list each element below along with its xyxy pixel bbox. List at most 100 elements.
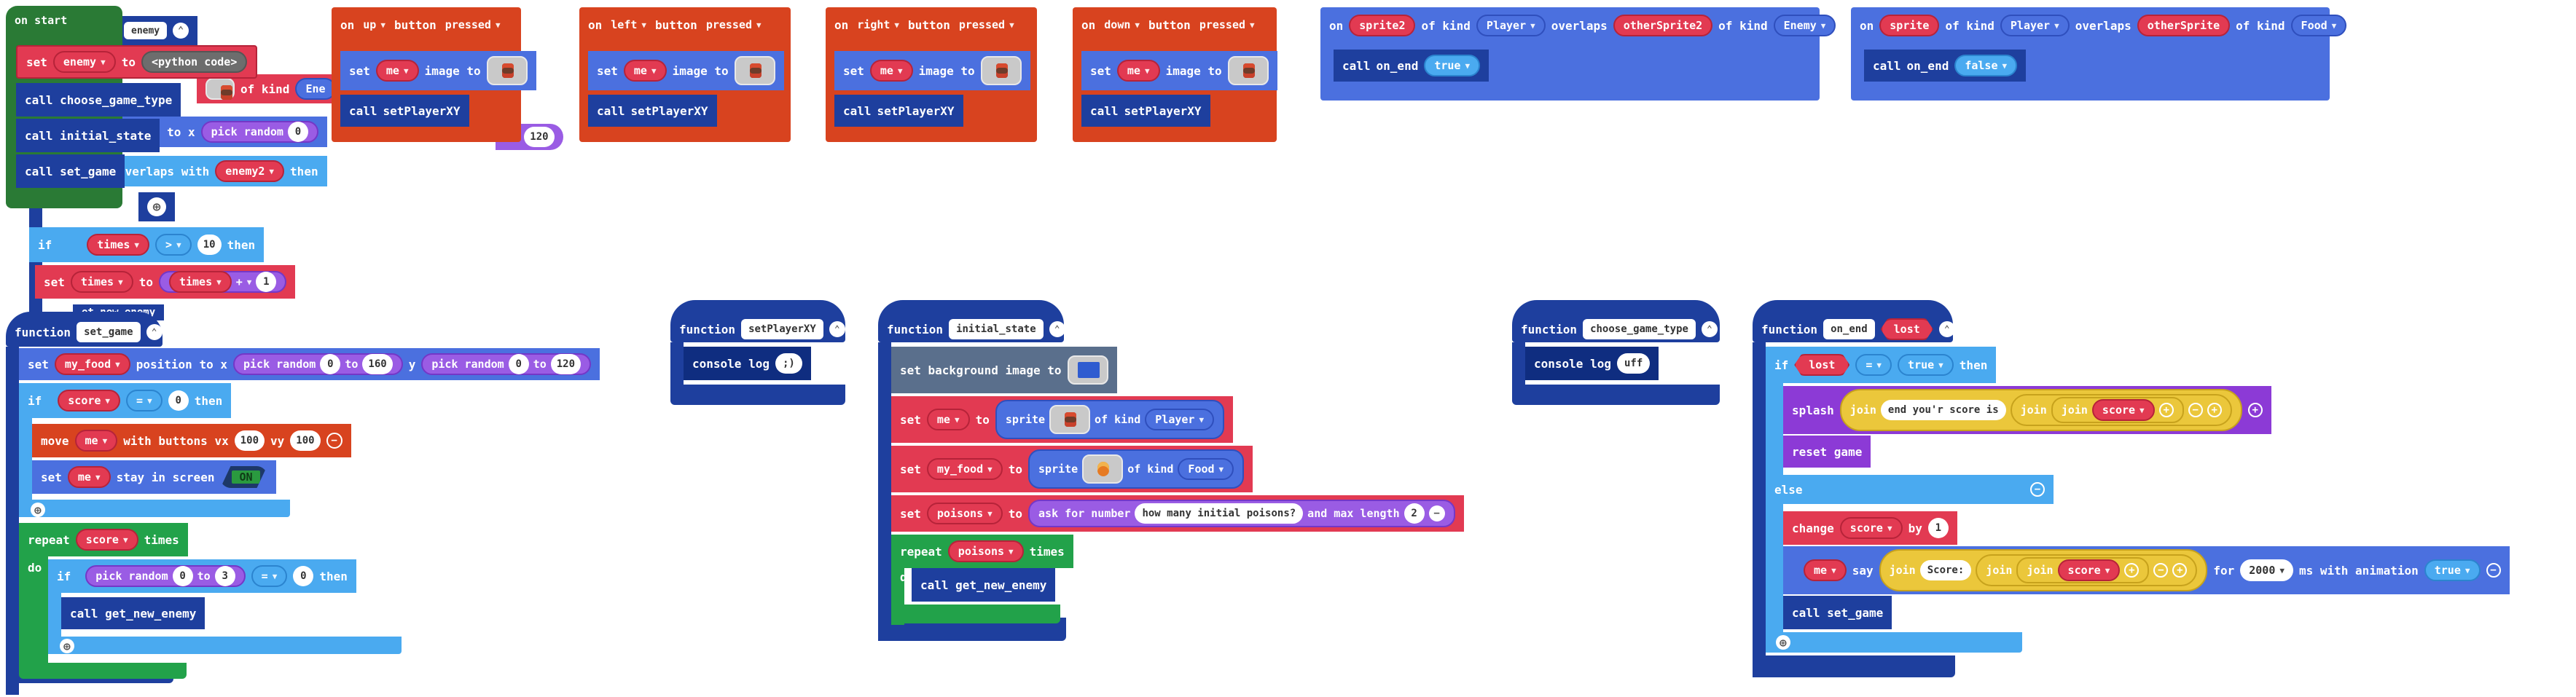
add-circle-icon[interactable]: ⊕	[31, 503, 45, 517]
collapse-icon[interactable]: ⌃	[1049, 321, 1065, 337]
function-name-field[interactable]: on_end	[1823, 319, 1875, 339]
add-circle-icon[interactable]: +	[2124, 563, 2140, 578]
say-block[interactable]: me ▼ say join Score: join join score ▼ + −…	[1783, 546, 2510, 594]
button-direction-dropdown[interactable]: right ▼	[854, 14, 902, 36]
vx-input[interactable]: 100	[234, 430, 265, 451]
false-boolean-dropdown[interactable]: false ▼	[1954, 55, 2018, 76]
function-name-field[interactable]: setPlayerXY	[741, 319, 823, 339]
kind-food-dropdown[interactable]: Food ▼	[2290, 15, 2347, 36]
ask-prompt-input[interactable]: how many initial poisons?	[1135, 503, 1304, 524]
lost-parameter[interactable]: lost	[1881, 318, 1933, 340]
add-circle-icon[interactable]: +	[2207, 403, 2222, 417]
function-on-end[interactable]: function on_end lost ⌃ if lost = ▼ true ▼ …	[1753, 300, 2572, 679]
kind-player-dropdown[interactable]: Player ▼	[1476, 15, 1546, 36]
times-variable-dropdown[interactable]: times ▼	[70, 271, 133, 293]
pick-random-x[interactable]: pick random 0 to 160	[232, 353, 403, 375]
button-direction-dropdown[interactable]: down ▼	[1101, 14, 1143, 36]
repeat-score-times-block[interactable]: repeat score ▼ times	[19, 523, 188, 556]
function-name-field[interactable]: enemy	[124, 22, 168, 39]
inner-join-block[interactable]: join score ▼ +	[2051, 397, 2184, 423]
change-score-block[interactable]: change score ▼ by 1	[1783, 511, 1957, 545]
y-min-input[interactable]: 0	[508, 354, 529, 374]
splash-block[interactable]: splash join end you'r score is join join…	[1783, 386, 2271, 434]
call-get-new-enemy[interactable]: call get_new_enemy	[912, 568, 1056, 602]
player-image-thumb[interactable]	[486, 56, 528, 85]
function-name-field[interactable]: choose_game_type	[1583, 319, 1696, 339]
move-with-buttons-block[interactable]: move me ▼ with buttons vx 100 vy 100 −	[32, 424, 351, 457]
splash-text-input[interactable]: end you'r score is	[1880, 400, 2006, 420]
player-image-thumb[interactable]	[734, 56, 775, 85]
set-background-image-block[interactable]: set background image to	[891, 347, 1117, 393]
score-variable-dropdown[interactable]: score ▼	[2057, 559, 2121, 581]
remove-circle-icon[interactable]: −	[326, 433, 342, 449]
inner-if-add[interactable]: ⊕	[51, 638, 83, 654]
true-boolean-dropdown[interactable]: true ▼	[1424, 55, 1481, 76]
on-sprite2-overlaps-enemy[interactable]: on sprite2 of kind Player ▼ overlaps othe…	[1320, 7, 1836, 101]
random-max-input[interactable]: 3	[214, 566, 235, 586]
times-variable-dropdown[interactable]: times ▼	[87, 234, 150, 256]
score-variable-dropdown[interactable]: score ▼	[1839, 517, 1903, 539]
reset-game-block[interactable]: reset game	[1783, 436, 1871, 468]
button-state-dropdown[interactable]: pressed ▼	[1197, 14, 1258, 36]
set-enemy-python-block[interactable]: set enemy ▼ to <python code>	[16, 45, 258, 79]
collapse-icon[interactable]: ⌃	[1701, 321, 1718, 337]
set-image-block[interactable]: set me ▼ image to	[340, 51, 536, 90]
compare-value-input[interactable]: 0	[293, 566, 314, 586]
y-max-input[interactable]: 120	[550, 354, 582, 374]
if-random-equals-block[interactable]: if pick random 0 to 3 = ▼ 0 then	[48, 559, 356, 593]
my-food-variable-dropdown[interactable]: my_food ▼	[926, 458, 1003, 480]
button-direction-dropdown[interactable]: up ▼	[360, 14, 388, 36]
function-name-field[interactable]: set_game	[77, 322, 141, 342]
python-code-block[interactable]: <python code>	[141, 51, 248, 73]
add-param-partial[interactable]: ⊕	[138, 192, 175, 221]
me-variable-dropdown[interactable]: me ▼	[926, 409, 970, 430]
pick-random-block[interactable]: pick random 0	[200, 121, 318, 143]
sprite-variable-dropdown[interactable]: sprite	[1879, 15, 1940, 36]
times-variable-dropdown[interactable]: times ▼	[168, 271, 232, 293]
enemy-variable-dropdown[interactable]: enemy ▼	[52, 51, 116, 73]
collapse-icon[interactable]: ⌃	[146, 324, 163, 340]
othersprite-variable-dropdown[interactable]: otherSprite	[2137, 15, 2231, 36]
random-min-input[interactable]: 0	[287, 122, 308, 142]
remove-circle-icon[interactable]: −	[2486, 563, 2501, 578]
button-state-dropdown[interactable]: pressed ▼	[956, 14, 1017, 36]
call-on-end-false[interactable]: call on_end false ▼	[1864, 50, 2027, 82]
compare-value-input[interactable]: 10	[197, 235, 222, 255]
console-log-block[interactable]: console log uff	[1525, 347, 1659, 380]
on-left-button-pressed[interactable]: on left ▼ button pressed ▼ set me ▼ image t…	[579, 7, 798, 142]
me-variable-dropdown[interactable]: me ▼	[74, 430, 118, 452]
add-circle-icon[interactable]: ⊕	[60, 639, 74, 653]
score-variable-dropdown[interactable]: score ▼	[58, 390, 121, 411]
change-by-input[interactable]: 1	[1927, 518, 1949, 538]
compare-operator-dropdown[interactable]: = ▼	[1855, 354, 1892, 376]
call-setplayerxy[interactable]: call setPlayerXY	[834, 95, 963, 127]
me-variable-dropdown[interactable]: me ▼	[67, 466, 111, 488]
set-sprite-block-partial[interactable]: of kind Ene	[197, 74, 345, 103]
player-image-thumb[interactable]	[980, 56, 1022, 85]
set-me-sprite-block[interactable]: set me ▼ to sprite of kind Player ▼	[891, 396, 1234, 443]
kind-dropdown[interactable]: Ene	[295, 78, 336, 100]
button-direction-dropdown[interactable]: left ▼	[608, 14, 649, 36]
ask-for-number-block[interactable]: ask for number how many initial poisons? a…	[1028, 500, 1455, 527]
if-times-greater-block[interactable]: if times ▼ > ▼ 10 then	[29, 227, 265, 262]
player-image-thumb[interactable]	[1049, 405, 1091, 434]
call-setplayerxy[interactable]: call setPlayerXY	[1081, 95, 1210, 127]
function-set-game[interactable]: function set_game ⌃ set my_food ▼ positio…	[6, 312, 611, 695]
add-circle-icon[interactable]: +	[2158, 403, 2174, 417]
nested-join-block[interactable]: join join score ▼ + − +	[1976, 554, 2198, 586]
true-boolean-dropdown[interactable]: true ▼	[1898, 354, 1954, 376]
me-variable-dropdown[interactable]: me ▼	[869, 60, 913, 82]
say-text-input[interactable]: Score:	[1919, 560, 1972, 580]
button-state-dropdown[interactable]: pressed ▼	[703, 14, 764, 36]
lost-variable[interactable]: lost	[1794, 354, 1849, 376]
sprite2-variable-dropdown[interactable]: sprite2	[1349, 15, 1416, 36]
animation-boolean-dropdown[interactable]: true ▼	[2424, 559, 2481, 581]
collapse-icon[interactable]: ⌃	[173, 23, 189, 39]
set-poisons-block[interactable]: set poisons ▼ to ask for number how many i…	[891, 495, 1464, 532]
call-get-new-enemy[interactable]: call get_new_enemy	[61, 597, 205, 629]
set-my-food-sprite-block[interactable]: set my_food ▼ to sprite of kind Food ▼	[891, 446, 1253, 492]
log-text-input[interactable]: uff	[1616, 353, 1651, 374]
on-sprite-overlaps-food[interactable]: on sprite of kind Player ▼ overlaps other…	[1851, 7, 2347, 101]
food-image-thumb[interactable]	[1082, 454, 1124, 484]
on-toggle[interactable]: ON	[220, 466, 267, 488]
